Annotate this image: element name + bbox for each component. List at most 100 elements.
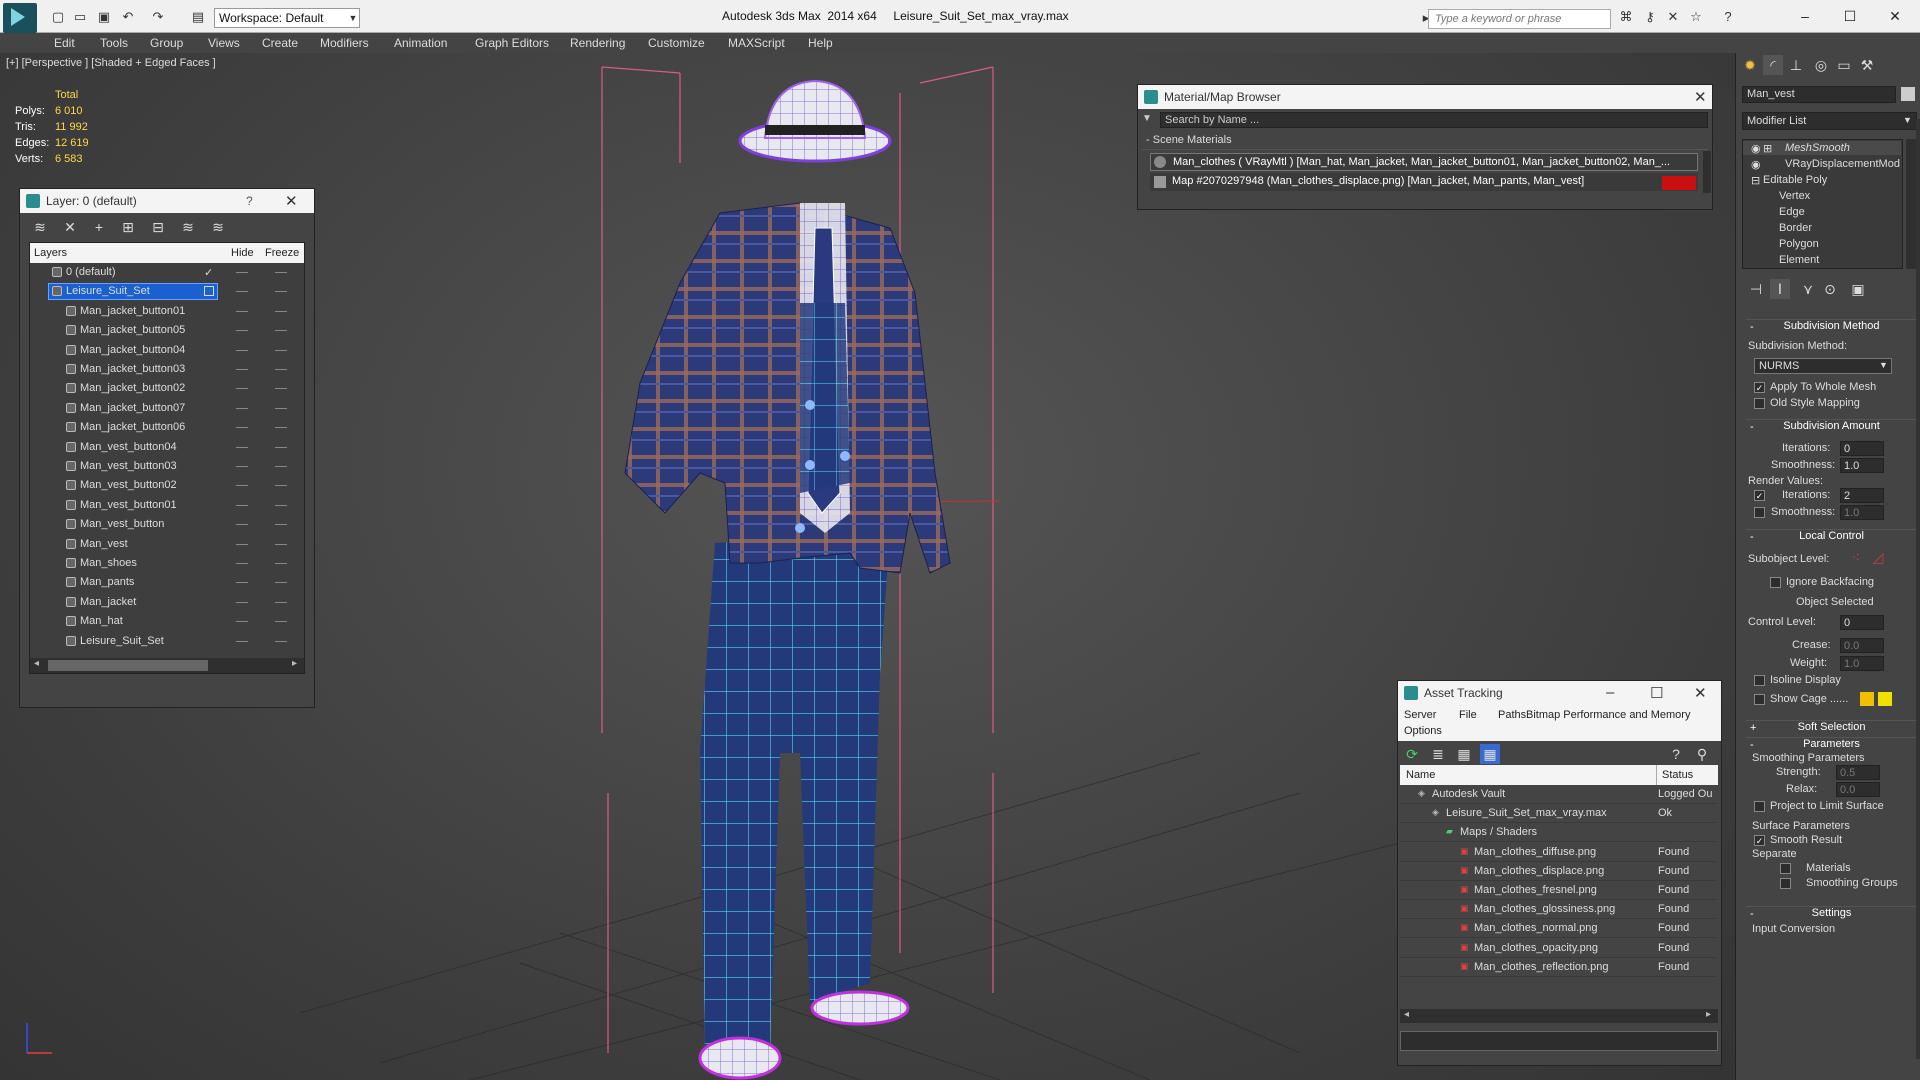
close-icon[interactable]: ✕ [1885, 6, 1905, 26]
material-browser-title-bar[interactable]: Material/Map Browser ✕ [1138, 85, 1712, 109]
layer-row[interactable]: Man_jacket_button03 [30, 360, 304, 379]
separate-smoothing-groups-checkbox[interactable] [1780, 878, 1791, 889]
help-icon[interactable]: ? [1720, 9, 1736, 25]
hide-all-icon[interactable]: ≋ [178, 217, 198, 237]
menu-maxscript[interactable]: MAXScript [728, 36, 785, 50]
layer-row[interactable]: Man_vest [30, 535, 304, 554]
menu-graph-editors[interactable]: Graph Editors [475, 36, 549, 50]
asset-horizontal-scrollbar[interactable]: ◂ ▸ [1400, 1009, 1718, 1023]
table-row[interactable]: ▣ Man_clothes_displace.png Found [1400, 862, 1717, 881]
hide-toggle[interactable] [236, 272, 248, 273]
menu-help[interactable]: Help [808, 36, 833, 50]
table-row[interactable]: ▣ Man_clothes_reflection.png Found [1400, 958, 1717, 977]
freeze-toggle[interactable] [275, 349, 287, 351]
collapse-icon[interactable]: ⊟ [1751, 174, 1760, 187]
layer-row[interactable]: Man_vest_button03 [30, 457, 304, 476]
stack-element[interactable]: Element [1779, 254, 1819, 266]
freeze-toggle[interactable] [275, 524, 287, 526]
layer-row[interactable]: Man_jacket_button04 [30, 341, 304, 360]
table-row[interactable]: ▣ Man_clothes_diffuse.png Found [1400, 843, 1717, 862]
project-limit-checkbox[interactable] [1754, 801, 1765, 812]
hide-toggle[interactable] [236, 621, 248, 623]
layer-row[interactable]: Man_jacket_button02 [30, 379, 304, 398]
minimize-icon[interactable]: – [1795, 6, 1815, 26]
pin-stack-icon[interactable]: ⊣ [1746, 279, 1766, 299]
undo-icon[interactable]: ↶ [120, 9, 136, 25]
menu-customize[interactable]: Customize [648, 36, 705, 50]
cage-color-swatch-2[interactable] [1878, 692, 1892, 706]
freeze-all-icon[interactable]: ≋ [208, 217, 228, 237]
subdivision-amount-rollout[interactable]: - Subdivision Amount [1746, 419, 1917, 435]
hide-toggle[interactable] [236, 349, 248, 351]
scroll-left-icon[interactable]: ◂ [1404, 1009, 1409, 1020]
ignore-backfacing-checkbox[interactable] [1770, 577, 1781, 588]
freeze-toggle[interactable] [275, 310, 287, 312]
column-freeze[interactable]: Freeze [265, 247, 299, 259]
close-icon[interactable]: ✕ [1694, 684, 1707, 702]
control-level-spinner[interactable]: 0 [1840, 615, 1884, 630]
crease-spinner[interactable]: 0.0 [1840, 638, 1884, 653]
apply-whole-mesh-checkbox[interactable]: ✓ [1754, 382, 1765, 393]
refresh-icon[interactable]: ⟳ [1402, 744, 1422, 764]
hide-toggle[interactable] [236, 466, 248, 467]
modify-tab-icon[interactable]: ◜ [1763, 55, 1783, 75]
layer-row[interactable]: Man_vest_button01 [30, 496, 304, 515]
close-icon[interactable]: ✕ [285, 192, 298, 210]
freeze-toggle[interactable] [275, 330, 287, 332]
hide-toggle[interactable] [236, 369, 248, 370]
stack-border[interactable]: Border [1779, 222, 1812, 234]
menu-create[interactable]: Create [262, 36, 298, 50]
create-tab-icon[interactable]: ✹ [1740, 55, 1760, 75]
separate-materials-checkbox[interactable] [1780, 863, 1791, 874]
scroll-left-icon[interactable]: ◂ [34, 658, 39, 669]
open-file-icon[interactable]: ▭ [72, 9, 88, 25]
layer-row[interactable]: Man_jacket_button05 [30, 321, 304, 340]
remove-modifier-icon[interactable]: ⊙ [1820, 279, 1840, 299]
layer-row[interactable]: Leisure_Suit_Set [30, 282, 304, 301]
parameters-rollout[interactable]: - Parameters [1746, 737, 1917, 753]
freeze-toggle[interactable] [275, 582, 287, 584]
freeze-toggle[interactable] [275, 407, 287, 409]
freeze-toggle[interactable] [275, 388, 287, 390]
utilities-tab-icon[interactable]: ⚒ [1857, 55, 1877, 75]
column-name[interactable]: Name [1406, 769, 1435, 781]
settings-rollout[interactable]: - Settings [1746, 906, 1917, 922]
hide-toggle[interactable] [236, 291, 248, 293]
layer-row[interactable]: Leisure_Suit_Set [30, 632, 304, 651]
save-icon[interactable]: ▣ [96, 9, 112, 25]
layer-row[interactable]: Man_vest_button04 [30, 438, 304, 457]
layer-list[interactable]: Layers Hide Freeze 0 (default) ✓ Leisure_S… [29, 242, 305, 674]
maximize-icon[interactable]: ☐ [1650, 684, 1663, 702]
hide-toggle[interactable] [236, 563, 248, 564]
modifier-list-dropdown[interactable]: Modifier List ▼ [1742, 112, 1917, 130]
hide-toggle[interactable] [236, 504, 248, 506]
freeze-toggle[interactable] [275, 601, 287, 603]
hide-toggle[interactable] [236, 407, 248, 409]
new-file-icon[interactable]: ▢ [50, 9, 66, 25]
command-panel-scrollbar[interactable] [1916, 119, 1920, 1059]
stack-polygon[interactable]: Polygon [1779, 238, 1819, 250]
help-button[interactable]: ? [246, 194, 253, 208]
redo-icon[interactable]: ↷ [150, 9, 166, 25]
chevron-down-icon[interactable]: ▼ [346, 8, 360, 28]
layer-row[interactable]: Man_shoes [30, 554, 304, 573]
menu-paths[interactable]: Paths [1498, 709, 1526, 721]
communication-icon[interactable]: ✕ [1665, 9, 1681, 25]
table-view-icon[interactable]: ▦ [1480, 744, 1500, 764]
stack-vraydisplacement-label[interactable]: VRayDisplacementMod [1785, 158, 1900, 170]
table-row[interactable]: ◈ Autodesk Vault Logged Ou [1400, 785, 1717, 804]
layer-row[interactable]: 0 (default) ✓ [30, 263, 304, 282]
create-layer-icon[interactable]: ≋ [30, 217, 50, 237]
show-end-result-icon[interactable]: Ⅰ [1770, 279, 1790, 299]
subdivision-method-select[interactable]: NURMS ▼ [1754, 358, 1892, 374]
local-control-rollout[interactable]: - Local Control [1746, 529, 1917, 545]
list-view-icon[interactable]: ≣ [1428, 744, 1448, 764]
menu-edit[interactable]: Edit [54, 36, 75, 50]
set-active-layer-icon[interactable] [204, 286, 214, 297]
table-row[interactable]: ▣ Man_clothes_normal.png Found [1400, 919, 1717, 939]
hide-toggle[interactable] [236, 543, 248, 545]
table-row[interactable]: ▣ Man_clothes_glossiness.png Found [1400, 900, 1717, 920]
layer-row[interactable]: Man_vest_button [30, 515, 304, 534]
layer-row[interactable]: Man_pants [30, 573, 304, 592]
expand-icon[interactable]: ⊞ [1763, 142, 1772, 155]
